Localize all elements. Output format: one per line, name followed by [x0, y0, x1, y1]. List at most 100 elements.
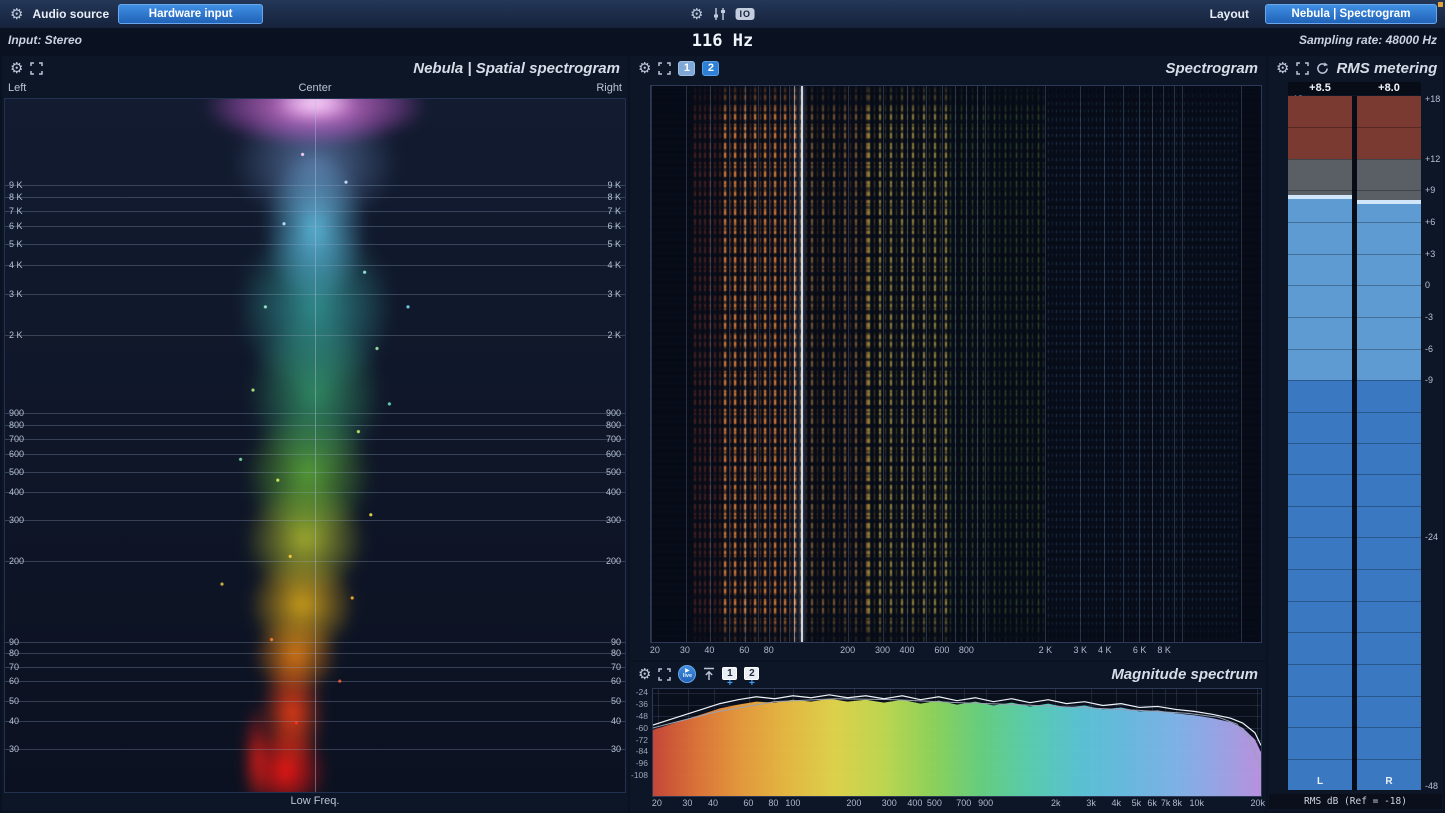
magnitude-curve-2-control: 2 + [744, 666, 760, 688]
x-axis-label: 900 [978, 798, 994, 808]
x-axis-label: 300 [881, 798, 897, 808]
spectrogram-plot[interactable] [650, 85, 1262, 643]
v-gridline [882, 86, 884, 642]
rms-metering-panel: ⚙ RMS metering +8.5 +8.0 +18 +12 +9 +6 +3 0 -3… [1268, 56, 1443, 811]
toolbar-left-group: ⚙ Audio source Hardware input [0, 4, 264, 24]
live-play-button[interactable]: ▶ live [678, 665, 697, 683]
magnitude-curve-1-add-button[interactable]: + [727, 678, 733, 688]
v-gridline [1163, 86, 1165, 642]
x-axis-label: 300 [875, 645, 891, 655]
frequency-label-left: 3 K [9, 289, 23, 300]
rms-reset-icon[interactable] [1316, 61, 1329, 75]
db-axis-label: -84 [635, 746, 648, 757]
v-gridline [848, 86, 850, 642]
spectrogram-layer-2-button[interactable]: 2 [702, 60, 720, 76]
magnitude-spectrum-plot[interactable] [652, 688, 1262, 797]
magnitude-panel-header: ⚙ ▶ live 1 + 2 + Magnitude spectrum [630, 662, 1266, 688]
io-routing-icon[interactable]: IO [735, 8, 755, 20]
db-axis-label: -108 [630, 770, 648, 781]
frequency-label-right: 6 K [607, 220, 621, 231]
x-axis-label: 80 [763, 645, 774, 655]
stereo-axis-right-label: Right [596, 82, 622, 94]
layout-preset-button[interactable]: Nebula | Spectrogram [1265, 4, 1437, 24]
peak-hold-reset-icon[interactable] [703, 667, 715, 681]
x-axis-label: 40 [704, 645, 715, 655]
x-axis-label: 10k [1189, 798, 1204, 808]
window-status-dot [1438, 2, 1443, 7]
rms-reference-label: RMS dB (Ref = -18) [1269, 794, 1442, 809]
audio-settings-gear-icon[interactable]: ⚙ [10, 7, 23, 22]
spectrogram-settings-gear-icon[interactable]: ⚙ [638, 61, 651, 76]
cursor-line-116hz [801, 86, 804, 642]
magnitude-panel-title: Magnitude spectrum [1111, 665, 1258, 683]
frequency-label-left: 400 [9, 486, 25, 497]
rms-meter-track: L R [1288, 96, 1421, 790]
x-axis-label: 4k [1111, 798, 1121, 808]
meter-tick [1288, 411, 1421, 413]
frequency-label-left: 90 [9, 636, 20, 647]
x-axis-label: 3 K [1073, 645, 1087, 655]
stereo-axis-center-label: Center [298, 82, 332, 94]
magnitude-settings-gear-icon[interactable]: ⚙ [638, 667, 651, 682]
rms-tick-lines [1288, 96, 1421, 790]
frequency-label-left: 30 [9, 744, 20, 755]
meter-tick [1288, 190, 1421, 192]
frequency-label-left: 60 [9, 676, 20, 687]
mixer-sliders-icon[interactable] [712, 7, 726, 21]
spectrogram-panel-header: ⚙ 1 2 Spectrogram [630, 56, 1266, 80]
spectrum-rainbow-area [653, 698, 1261, 796]
meter-tick [1288, 726, 1421, 728]
db-scale-label: +9 [1425, 185, 1436, 196]
rms-settings-gear-icon[interactable]: ⚙ [1276, 61, 1289, 76]
frequency-label-right: 700 [605, 434, 621, 445]
x-axis-label: 200 [846, 798, 862, 808]
frequency-label-left: 9 K [9, 179, 23, 190]
meter-tick [1288, 758, 1421, 760]
spatial-settings-gear-icon[interactable]: ⚙ [10, 61, 23, 76]
input-status-label: Input: Stereo [8, 33, 82, 47]
sampling-rate-label: Sampling rate: 48000 Hz [1298, 33, 1437, 47]
x-axis-label: 40 [707, 798, 719, 808]
global-settings-gear-icon[interactable]: ⚙ [690, 7, 703, 22]
top-toolbar: ⚙ Audio source Hardware input ⚙ IO Layou… [0, 0, 1445, 28]
meter-tick [1288, 600, 1421, 602]
meter-tick [1288, 127, 1421, 129]
x-axis-label: 400 [907, 798, 923, 808]
hardware-input-button[interactable]: Hardware input [118, 4, 264, 24]
db-scale-label: +12 [1425, 154, 1441, 165]
magnitude-x-axis: 20 30 40 60 80 100 200 300 400 500 700 900 2k 3k 4k 5k 6… [652, 798, 1265, 810]
frequency-label-left: 6 K [9, 220, 23, 231]
magnitude-spectrum-chart [653, 694, 1261, 796]
frequency-label-left: 500 [9, 466, 25, 477]
rms-scale-right: +18 +12 +9 +6 +3 0 -3 -6 -9 -24 -48 [1425, 94, 1442, 791]
v-gridline [779, 86, 781, 642]
v-gridline [907, 86, 909, 642]
spectrogram-layer-1-button[interactable]: 1 [678, 60, 696, 76]
spatial-spectrogram-plot[interactable]: 9 K 9 K 8 K 8 K 7 K 7 K 6 K 6 K 5 K 5 K … [4, 98, 626, 793]
x-axis-label: 20k [1250, 798, 1265, 808]
meter-tick [1288, 159, 1421, 161]
frequency-label-left: 300 [9, 514, 25, 525]
magnitude-fullscreen-icon[interactable] [658, 667, 672, 681]
db-scale-label: -9 [1425, 374, 1434, 385]
frequency-label-right: 500 [605, 466, 621, 477]
db-scale-label: 0 [1425, 280, 1431, 291]
spatial-fullscreen-icon[interactable] [30, 61, 44, 75]
x-axis-label: 800 [958, 645, 974, 655]
rms-fullscreen-icon[interactable] [1296, 61, 1310, 75]
magnitude-curve-2-add-button[interactable]: + [749, 678, 755, 688]
meter-tick [1288, 632, 1421, 634]
v-gridline [966, 86, 968, 642]
toolbar-right-group: Layout Nebula | Spectrogram [1210, 4, 1445, 24]
frequency-label-right: 600 [605, 448, 621, 459]
db-scale-label: -3 [1425, 311, 1434, 322]
frequency-label-left: 7 K [9, 205, 23, 216]
meter-tick [1288, 695, 1421, 697]
spatial-panel-title: Nebula | Spatial spectrogram [413, 59, 620, 77]
x-axis-label: 700 [956, 798, 972, 808]
v-gridline [788, 86, 790, 642]
x-axis-label: 60 [739, 645, 750, 655]
audio-source-label: Audio source [32, 7, 110, 21]
spectrogram-fullscreen-icon[interactable] [658, 61, 672, 75]
v-gridline [1151, 86, 1153, 642]
